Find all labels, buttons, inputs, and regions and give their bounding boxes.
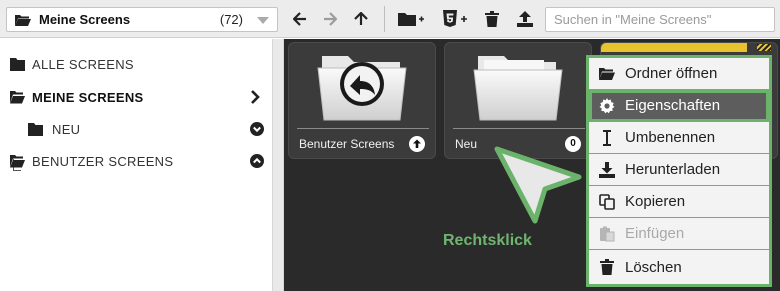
menu-item-label: Ordner öffnen — [625, 65, 718, 82]
tile-benutzer-screens[interactable]: Benutzer Screens — [288, 42, 436, 159]
forward-button[interactable] — [319, 8, 341, 30]
paste-icon — [600, 226, 615, 241]
menu-item-label: Kopieren — [625, 193, 686, 210]
sidebar-item-label: BENUTZER SCREENS — [32, 153, 174, 169]
tile-label: Benutzer Screens — [299, 137, 395, 151]
tile-label: Neu — [455, 137, 478, 151]
menu-item-einfuegen[interactable]: Einfügen — [589, 218, 769, 250]
stripe-hatch — [757, 44, 771, 51]
delete-button[interactable] — [481, 8, 503, 30]
menu-item-label: Herunterladen — [625, 161, 721, 178]
menu-item-ordner-oeffnen[interactable]: Ordner öffnen — [589, 58, 769, 90]
trash-icon — [485, 11, 499, 27]
menu-item-kopieren[interactable]: Kopieren — [589, 186, 769, 218]
tile-divider — [297, 128, 429, 129]
sidebar-item-label: ALLE SCREENS — [32, 56, 134, 72]
search-input[interactable] — [545, 7, 775, 32]
toolbar: Meine Screens (72) — [0, 0, 780, 38]
tile-divider — [453, 128, 585, 129]
menu-item-label: Einfügen — [625, 225, 685, 242]
menu-item-label: Eigenschaften — [625, 97, 721, 114]
tile-neu[interactable]: Neu 0 — [444, 42, 592, 159]
chevron-down-icon[interactable] — [257, 17, 269, 24]
gear-icon — [599, 97, 615, 113]
context-menu: Ordner öffnen Eigenschaften Umbenennen H… — [586, 55, 772, 287]
sidebar-item-label: NEU — [52, 121, 81, 137]
shared-folder-icon — [317, 56, 407, 121]
new-folder-icon — [398, 13, 424, 26]
menu-item-eigenschaften[interactable]: Eigenschaften — [589, 90, 769, 122]
sidebar: ALLE SCREENS MEINE SCREENS NEU BENUTZER … — [0, 39, 272, 291]
circle-chevron-up-icon[interactable] — [250, 154, 264, 168]
panel-splitter[interactable] — [272, 39, 284, 291]
back-icon — [293, 12, 306, 26]
folder-icon — [10, 57, 25, 71]
trash-icon — [600, 259, 614, 275]
menu-item-label: Umbenennen — [625, 129, 716, 146]
folder-icon — [473, 56, 563, 121]
sidebar-item-neu[interactable]: NEU — [0, 117, 272, 141]
up-icon — [354, 12, 368, 25]
folder-open-icon — [599, 67, 615, 80]
folder-open-icon — [10, 154, 25, 167]
arrow-up-circle-icon[interactable] — [409, 136, 425, 152]
menu-item-label: Löschen — [625, 258, 682, 276]
upload-button[interactable] — [514, 8, 536, 30]
folder-open-icon — [15, 14, 31, 26]
tag-stripe — [601, 43, 747, 52]
toolbar-separator — [384, 6, 385, 32]
tile-thumbnail — [289, 43, 435, 127]
upload-icon — [517, 11, 533, 27]
text-cursor-icon — [603, 129, 611, 146]
folder-icon — [28, 122, 43, 136]
cursor-arrow-icon — [494, 146, 582, 224]
sidebar-item-meine-screens[interactable]: MEINE SCREENS — [0, 85, 272, 109]
sidebar-item-alle-screens[interactable]: ALLE SCREENS — [0, 52, 272, 76]
sidebar-item-benutzer-screens[interactable]: BENUTZER SCREENS — [0, 149, 272, 173]
folder-select-label: Meine Screens — [39, 12, 131, 27]
folder-select-count: (72) — [219, 12, 243, 27]
tile-thumbnail — [445, 43, 591, 127]
circle-chevron-down-icon[interactable] — [250, 122, 264, 136]
menu-item-loeschen[interactable]: Löschen — [589, 250, 769, 284]
folder-open-icon — [10, 90, 25, 103]
menu-item-herunterladen[interactable]: Herunterladen — [589, 154, 769, 186]
sidebar-item-label: MEINE SCREENS — [32, 89, 144, 105]
download-icon — [599, 161, 615, 178]
folder-select[interactable]: Meine Screens (72) — [6, 7, 278, 32]
copy-icon — [599, 193, 615, 210]
new-html5-icon — [443, 10, 467, 27]
new-html5-button[interactable] — [442, 8, 468, 30]
context-menu-list: Ordner öffnen Eigenschaften Umbenennen H… — [589, 58, 769, 284]
annotation-label: Rechtsklick — [443, 232, 532, 249]
up-button[interactable] — [350, 8, 372, 30]
menu-item-umbenennen[interactable]: Umbenennen — [589, 122, 769, 154]
forward-icon — [324, 12, 337, 26]
chevron-right-icon[interactable] — [248, 90, 262, 104]
new-folder-button[interactable] — [398, 8, 424, 30]
back-button[interactable] — [289, 8, 311, 30]
